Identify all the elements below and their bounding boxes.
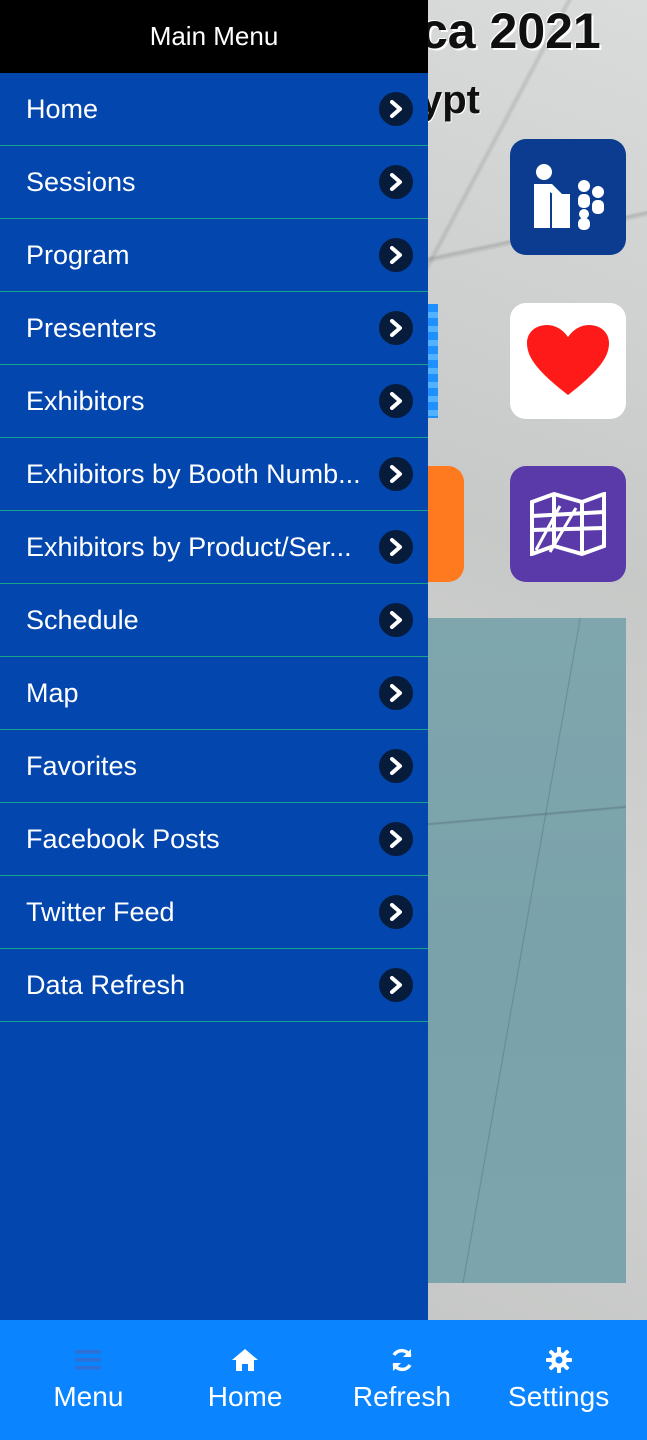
menu-item-presenters[interactable]: Presenters xyxy=(0,292,428,365)
chevron-right-icon xyxy=(379,822,413,856)
menu-item-facebook-posts[interactable]: Facebook Posts xyxy=(0,803,428,876)
menu-item-label: Exhibitors by Product/Ser... xyxy=(26,531,352,562)
chevron-right-icon xyxy=(379,603,413,637)
menu-item-label: Exhibitors by Booth Numb... xyxy=(26,458,361,489)
tab-menu[interactable]: Menu xyxy=(13,1347,163,1413)
event-location: ypt xyxy=(420,78,480,122)
tab-refresh-label: Refresh xyxy=(352,1381,451,1412)
menu-item-twitter-feed[interactable]: Twitter Feed xyxy=(0,876,428,949)
gear-icon xyxy=(545,1347,572,1373)
chevron-right-icon xyxy=(379,165,413,199)
refresh-icon xyxy=(389,1347,415,1373)
chevron-right-icon xyxy=(379,311,413,345)
background-image-panel xyxy=(428,618,626,1283)
heart-icon xyxy=(527,325,609,395)
chevron-right-icon xyxy=(379,457,413,491)
bottom-tab-bar: Menu Home Refresh Settings xyxy=(0,1320,647,1440)
chevron-right-icon xyxy=(379,384,413,418)
menu-item-exhibitors[interactable]: Exhibitors xyxy=(0,365,428,438)
menu-item-label: Schedule xyxy=(26,604,139,635)
map-icon xyxy=(530,492,606,556)
favorites-tile[interactable] xyxy=(510,303,626,419)
menu-item-label: Program xyxy=(26,239,130,270)
presenters-tile[interactable] xyxy=(510,139,626,255)
menu-item-home[interactable]: Home xyxy=(0,73,428,146)
menu-item-exhibitors-by-product[interactable]: Exhibitors by Product/Ser... xyxy=(0,511,428,584)
hamburger-icon xyxy=(75,1347,102,1373)
menu-item-map[interactable]: Map xyxy=(0,657,428,730)
menu-item-schedule[interactable]: Schedule xyxy=(0,584,428,657)
home-icon xyxy=(231,1347,259,1373)
tab-settings[interactable]: Settings xyxy=(484,1347,634,1413)
tab-menu-label: Menu xyxy=(53,1381,124,1412)
menu-item-label: Sessions xyxy=(26,166,136,197)
chevron-right-icon xyxy=(379,968,413,1002)
event-title: ca 2021 xyxy=(420,3,601,59)
menu-item-label: Twitter Feed xyxy=(26,896,175,927)
menu-item-sessions[interactable]: Sessions xyxy=(0,146,428,219)
presenter-icon xyxy=(534,164,604,230)
menu-item-label: Presenters xyxy=(26,312,157,343)
map-tile[interactable] xyxy=(510,466,626,582)
chevron-right-icon xyxy=(379,676,413,710)
chevron-right-icon xyxy=(379,749,413,783)
tab-home[interactable]: Home xyxy=(170,1347,320,1413)
tile-strip xyxy=(428,304,438,418)
tab-settings-label: Settings xyxy=(508,1381,610,1412)
menu-list: Home Sessions Program Presenters Exhibit… xyxy=(0,73,428,1022)
side-drawer: Main Menu Home Sessions Program Presente… xyxy=(0,0,428,1320)
menu-item-exhibitors-by-booth[interactable]: Exhibitors by Booth Numb... xyxy=(0,438,428,511)
menu-item-label: Favorites xyxy=(26,750,138,781)
chevron-right-icon xyxy=(379,92,413,126)
chevron-right-icon xyxy=(379,895,413,929)
menu-item-label: Exhibitors xyxy=(26,385,145,416)
menu-item-label: Home xyxy=(26,93,99,124)
menu-item-data-refresh[interactable]: Data Refresh xyxy=(0,949,428,1022)
chevron-right-icon xyxy=(379,238,413,272)
menu-item-label: Map xyxy=(26,677,79,708)
drawer-title: Main Menu xyxy=(0,0,428,73)
menu-item-program[interactable]: Program xyxy=(0,219,428,292)
tab-refresh[interactable]: Refresh xyxy=(327,1347,477,1413)
chevron-right-icon xyxy=(379,530,413,564)
tab-home-label: Home xyxy=(207,1381,283,1412)
menu-item-label: Facebook Posts xyxy=(26,823,220,854)
menu-item-label: Data Refresh xyxy=(26,969,186,1000)
menu-item-favorites[interactable]: Favorites xyxy=(0,730,428,803)
